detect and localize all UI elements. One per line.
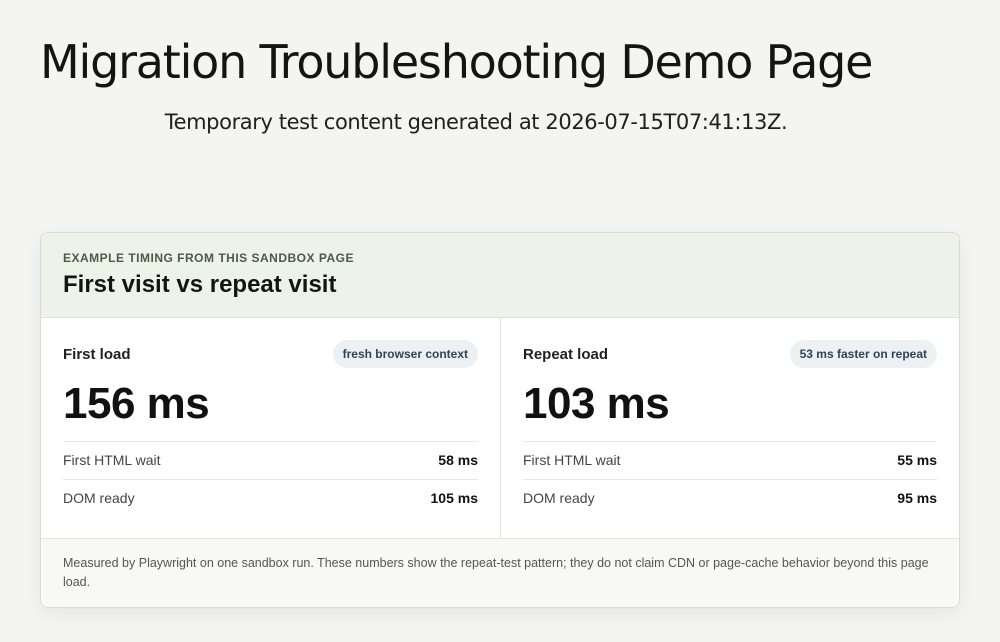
- first-load-panel: First load fresh browser context 156 ms …: [41, 318, 501, 538]
- card-footer: Measured by Playwright on one sandbox ru…: [41, 538, 959, 607]
- first-load-badge: fresh browser context: [332, 340, 478, 368]
- repeat-load-label: Repeat load: [523, 346, 609, 363]
- metric-label: First HTML wait: [63, 452, 161, 468]
- first-load-value: 156 ms: [63, 379, 210, 428]
- first-load-label: First load: [63, 346, 131, 363]
- metric-label: DOM ready: [523, 490, 595, 506]
- metric-value: 95 ms: [897, 490, 937, 506]
- metric-value: 55 ms: [897, 452, 937, 468]
- metric-label: DOM ready: [63, 490, 135, 506]
- page-subtitle: Temporary test content generated at 2026…: [164, 110, 788, 134]
- card-title: First visit vs repeat visit: [63, 271, 337, 298]
- page-title: Migration Troubleshooting Demo Page: [40, 35, 873, 89]
- metric-value: 105 ms: [430, 490, 478, 506]
- metric-row: First HTML wait 58 ms: [63, 441, 478, 479]
- repeat-load-value: 103 ms: [523, 379, 670, 428]
- repeat-load-badge: 53 ms faster on repeat: [789, 340, 937, 368]
- timing-comparison-card: EXAMPLE TIMING FROM THIS SANDBOX PAGE Fi…: [40, 232, 960, 608]
- metric-row: First HTML wait 55 ms: [523, 441, 937, 479]
- metric-value: 58 ms: [438, 452, 478, 468]
- card-eyebrow: EXAMPLE TIMING FROM THIS SANDBOX PAGE: [63, 251, 354, 265]
- card-footnote: Measured by Playwright on one sandbox ru…: [63, 556, 929, 589]
- metric-row: DOM ready 105 ms: [63, 479, 478, 517]
- page: Migration Troubleshooting Demo Page Temp…: [0, 0, 1000, 642]
- card-header: EXAMPLE TIMING FROM THIS SANDBOX PAGE Fi…: [41, 233, 959, 318]
- metric-row: DOM ready 95 ms: [523, 479, 937, 517]
- metric-label: First HTML wait: [523, 452, 621, 468]
- repeat-load-panel: Repeat load 53 ms faster on repeat 103 m…: [501, 318, 959, 538]
